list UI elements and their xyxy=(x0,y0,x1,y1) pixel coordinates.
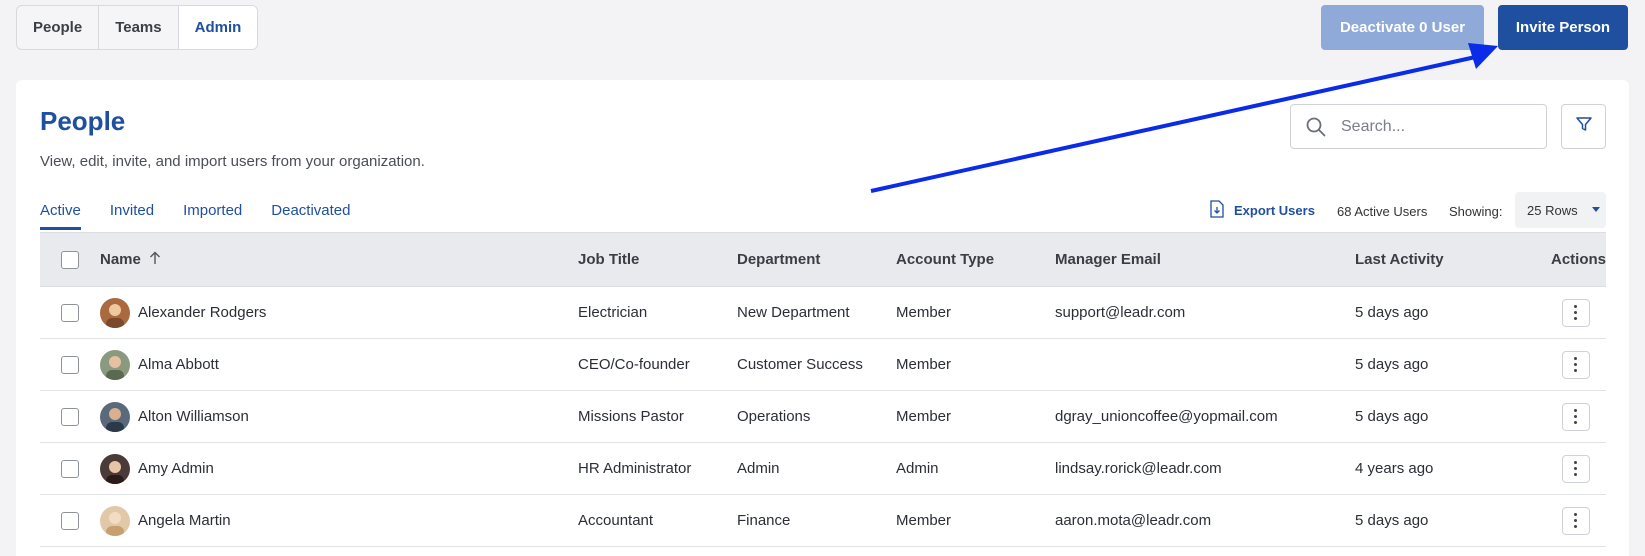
user-name: Alma Abbott xyxy=(138,356,219,373)
column-header-actions: Actions xyxy=(1550,251,1606,268)
showing-label: Showing: xyxy=(1449,204,1503,219)
column-header-name-label: Name xyxy=(100,251,141,268)
row-actions-menu-icon[interactable] xyxy=(1561,402,1590,431)
row-checkbox[interactable] xyxy=(61,407,79,426)
caret-down-icon xyxy=(1592,207,1600,212)
row-actions-menu-icon[interactable] xyxy=(1561,298,1590,327)
top-tabs: People Teams Admin xyxy=(16,5,259,50)
people-table: Name Job Title Department Account Type M… xyxy=(40,232,1606,547)
export-file-icon xyxy=(1210,200,1224,221)
department-cell: Finance xyxy=(737,512,791,529)
avatar xyxy=(100,297,130,328)
invite-person-button[interactable]: Invite Person xyxy=(1498,5,1628,50)
account-type-cell: Member xyxy=(896,304,952,321)
rows-per-page-value: 25 Rows xyxy=(1527,202,1578,218)
column-header-department[interactable]: Department xyxy=(737,251,896,268)
filter-icon xyxy=(1575,115,1593,138)
people-card: People View, edit, invite, and import us… xyxy=(16,80,1629,556)
row-checkbox[interactable] xyxy=(61,511,79,530)
active-users-count: 68 Active Users xyxy=(1337,204,1428,219)
user-name: Amy Admin xyxy=(138,460,214,477)
manager-email-cell: lindsay.rorick@leadr.com xyxy=(1055,460,1222,477)
account-type-cell: Member xyxy=(896,408,952,425)
row-actions-menu-icon[interactable] xyxy=(1561,454,1590,483)
avatar xyxy=(100,349,130,380)
job-title-cell: CEO/Co-founder xyxy=(578,356,690,373)
tab-imported[interactable]: Imported xyxy=(183,202,242,230)
search-input[interactable] xyxy=(1341,117,1531,136)
last-activity-cell: 5 days ago xyxy=(1355,512,1429,529)
deactivate-users-button[interactable]: Deactivate 0 User xyxy=(1321,5,1484,50)
row-actions-menu-icon[interactable] xyxy=(1561,350,1590,379)
department-cell: Operations xyxy=(737,408,811,425)
job-title-cell: Electrician xyxy=(578,304,648,321)
table-row[interactable]: Alexander Rodgers Electrician New Depart… xyxy=(40,287,1606,339)
rows-per-page-select[interactable]: 25 Rows xyxy=(1515,192,1606,228)
user-name: Alton Williamson xyxy=(138,408,249,425)
table-row[interactable]: Alma Abbott CEO/Co-founder Customer Succ… xyxy=(40,339,1606,391)
column-header-job-title[interactable]: Job Title xyxy=(578,251,737,268)
tab-deactivated[interactable]: Deactivated xyxy=(271,202,350,230)
tab-teams[interactable]: Teams xyxy=(99,6,179,49)
table-row[interactable]: Amy Admin HR Administrator Admin Admin l… xyxy=(40,443,1606,495)
row-checkbox[interactable] xyxy=(61,303,79,322)
row-checkbox[interactable] xyxy=(61,459,79,478)
department-cell: Customer Success xyxy=(737,356,863,373)
sort-ascending-icon xyxy=(149,251,161,269)
avatar xyxy=(100,453,130,484)
last-activity-cell: 5 days ago xyxy=(1355,408,1429,425)
filter-button[interactable] xyxy=(1561,104,1606,149)
select-all-checkbox[interactable] xyxy=(61,250,79,269)
job-title-cell: Accountant xyxy=(578,512,654,529)
account-type-cell: Admin xyxy=(896,460,939,477)
manager-email-cell: aaron.mota@leadr.com xyxy=(1055,512,1212,529)
row-checkbox[interactable] xyxy=(61,355,79,374)
column-header-name[interactable]: Name xyxy=(100,251,578,269)
export-users-label: Export Users xyxy=(1234,203,1315,218)
account-type-cell: Member xyxy=(896,356,952,373)
job-title-cell: Missions Pastor xyxy=(578,408,684,425)
column-header-manager-email[interactable]: Manager Email xyxy=(1055,251,1355,268)
manager-email-cell: support@leadr.com xyxy=(1055,304,1186,321)
last-activity-cell: 5 days ago xyxy=(1355,304,1429,321)
table-row[interactable]: Alton Williamson Missions Pastor Operati… xyxy=(40,391,1606,443)
department-cell: Admin xyxy=(737,460,780,477)
export-users-button[interactable]: Export Users xyxy=(1210,200,1315,221)
manager-email-cell: dgray_unioncoffee@yopmail.com xyxy=(1055,408,1278,425)
status-tabs: Active Invited Imported Deactivated xyxy=(40,202,379,230)
page-subtitle: View, edit, invite, and import users fro… xyxy=(40,153,425,170)
department-cell: New Department xyxy=(737,304,850,321)
tab-people[interactable]: People xyxy=(17,6,100,49)
table-row[interactable]: Angela Martin Accountant Finance Member … xyxy=(40,495,1606,547)
row-actions-menu-icon[interactable] xyxy=(1561,506,1590,535)
page-title: People xyxy=(40,106,126,136)
tab-admin[interactable]: Admin xyxy=(178,6,258,49)
column-header-account-type[interactable]: Account Type xyxy=(896,251,1055,268)
tab-active[interactable]: Active xyxy=(40,202,81,230)
avatar xyxy=(100,505,130,536)
tab-invited[interactable]: Invited xyxy=(110,202,154,230)
user-name: Angela Martin xyxy=(138,512,231,529)
table-header: Name Job Title Department Account Type M… xyxy=(40,232,1606,287)
search-box xyxy=(1290,104,1547,149)
avatar xyxy=(100,401,130,432)
column-header-last-activity[interactable]: Last Activity xyxy=(1355,251,1545,268)
job-title-cell: HR Administrator xyxy=(578,460,692,477)
last-activity-cell: 4 years ago xyxy=(1355,460,1434,477)
account-type-cell: Member xyxy=(896,512,952,529)
last-activity-cell: 5 days ago xyxy=(1355,356,1429,373)
user-name: Alexander Rodgers xyxy=(138,304,267,321)
search-icon xyxy=(1291,117,1341,137)
